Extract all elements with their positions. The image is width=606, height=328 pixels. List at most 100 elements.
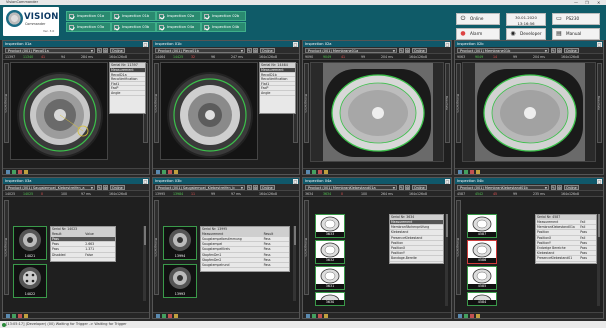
edit-icon[interactable]: ✎ <box>551 185 556 190</box>
online-toggle[interactable]: Online <box>564 185 579 190</box>
edit-icon[interactable]: ✎ <box>399 48 404 53</box>
maximize-icon[interactable]: □ <box>445 41 450 47</box>
grid-row[interactable]: Bandage-Bereite <box>390 256 443 262</box>
online-toggle[interactable]: Online <box>110 185 125 190</box>
results-tab[interactable]: Resultate <box>445 63 450 143</box>
inspection-toggle-03b[interactable]: Inspection 03b <box>111 22 156 32</box>
fail-filter-icon[interactable] <box>318 314 322 318</box>
scrollbar[interactable] <box>293 226 296 301</box>
settings-icon[interactable]: ⚙ <box>103 185 108 190</box>
camera-viewport[interactable] <box>462 62 596 162</box>
camera-viewport[interactable] <box>310 62 444 162</box>
result-thumbnail[interactable]: 13994 <box>163 226 197 260</box>
maximize-icon[interactable]: □ <box>293 178 298 184</box>
settings-icon[interactable]: ⚙ <box>253 48 258 53</box>
inspection-toggle-04b[interactable]: Inspection 04b <box>201 22 246 32</box>
pass-filter-icon[interactable] <box>464 170 468 174</box>
online-toggle[interactable]: Online <box>110 48 125 53</box>
product-select[interactable]: Product (001) Membrane01a ▼ <box>305 48 397 53</box>
pass-filter-icon[interactable] <box>162 314 166 318</box>
result-thumbnail[interactable]: 4585 <box>467 266 497 290</box>
image-icon[interactable] <box>306 170 310 174</box>
maximize-icon[interactable]: □ <box>597 41 602 47</box>
fail-filter-icon[interactable] <box>18 314 22 318</box>
measurement-item[interactable]: Angle <box>110 91 145 96</box>
save-icon[interactable] <box>24 314 28 318</box>
image-icon[interactable] <box>6 314 10 318</box>
fail-filter-icon[interactable] <box>168 314 172 318</box>
online-toggle[interactable]: Online <box>260 185 275 190</box>
edit-icon[interactable]: ✎ <box>97 185 102 190</box>
save-icon[interactable] <box>324 314 328 318</box>
online-toggle[interactable]: Online <box>260 48 275 53</box>
grid-row[interactable]: PresenceKlebestand01 Pass <box>536 256 596 262</box>
histogram-tab[interactable]: Histogramm <box>4 63 9 143</box>
inspection-toggle-02a[interactable]: Inspection 02a <box>156 11 201 21</box>
inspection-toggle-01a[interactable]: Inspection 01a <box>66 11 111 21</box>
save-icon[interactable] <box>324 170 328 174</box>
fail-filter-icon[interactable] <box>470 314 474 318</box>
save-icon[interactable] <box>476 314 480 318</box>
save-icon[interactable] <box>24 170 28 174</box>
product-select[interactable]: Product (001) Saugstempel_Klebestreifen_… <box>5 185 95 190</box>
result-thumbnail[interactable]: 3630 <box>315 292 345 308</box>
histogram-tab[interactable]: Histogramm <box>456 63 461 143</box>
histogram-tab[interactable]: Histogramm <box>154 63 159 143</box>
developer-button[interactable]: ◉ Developer <box>506 28 546 40</box>
settings-icon[interactable]: ⚙ <box>405 48 410 53</box>
result-thumbnail-fail[interactable]: 4586 <box>467 240 497 264</box>
fail-filter-icon[interactable] <box>168 170 172 174</box>
edit-icon[interactable]: ✎ <box>399 185 404 190</box>
result-thumbnail[interactable]: 13993 <box>163 264 197 298</box>
fail-filter-icon[interactable] <box>18 170 22 174</box>
grid-row[interactable]: Saugstempelrund Pass <box>201 263 289 269</box>
save-icon[interactable] <box>476 170 480 174</box>
scrollbar[interactable] <box>445 214 448 306</box>
maximize-icon[interactable]: □ <box>597 178 602 184</box>
settings-icon[interactable]: ⚙ <box>405 185 410 190</box>
histogram-tab[interactable]: Histogramm <box>304 200 309 295</box>
result-thumbnail[interactable]: 14022 <box>13 264 47 298</box>
inspection-toggle-02b[interactable]: Inspection 02b <box>201 11 246 21</box>
pass-filter-icon[interactable] <box>12 170 16 174</box>
edit-icon[interactable]: ✎ <box>247 185 252 190</box>
product-select[interactable]: Product (001) MembranKlebestand01a ▼ <box>305 185 397 190</box>
image-icon[interactable] <box>6 170 10 174</box>
fail-filter-icon[interactable] <box>470 170 474 174</box>
result-thumbnail[interactable]: 4584 <box>467 292 497 308</box>
image-icon[interactable] <box>458 314 462 318</box>
image-icon[interactable] <box>458 170 462 174</box>
settings-icon[interactable]: ⚙ <box>253 185 258 190</box>
inspection-toggle-04a[interactable]: Inspection 04a <box>156 22 201 32</box>
edit-icon[interactable]: ✎ <box>97 48 102 53</box>
settings-icon[interactable]: ⚙ <box>557 185 562 190</box>
edit-icon[interactable]: ✎ <box>551 48 556 53</box>
pass-filter-icon[interactable] <box>12 314 16 318</box>
settings-icon[interactable]: ⚙ <box>103 48 108 53</box>
product-select[interactable]: Product (001) Membrane01b ▼ <box>457 48 549 53</box>
manual-button[interactable]: ▤ Manual <box>552 28 600 40</box>
image-icon[interactable] <box>156 170 160 174</box>
camera-viewport[interactable] <box>160 62 258 160</box>
product-select[interactable]: Product (001) Pieco01a ▼ <box>5 48 95 53</box>
image-icon[interactable] <box>156 314 160 318</box>
ps-station-button[interactable]: ▭ PS230 <box>552 13 600 25</box>
image-icon[interactable] <box>306 314 310 318</box>
inspection-toggle-01b[interactable]: Inspection 01b <box>111 11 156 21</box>
histogram-tab[interactable]: Histogramm <box>304 63 309 143</box>
inspection-toggle-03a[interactable]: Inspection 03a <box>66 22 111 32</box>
maximize-icon[interactable]: □ <box>293 41 298 47</box>
product-select[interactable]: Product (001) MembranKlebestand01b ▼ <box>457 185 549 190</box>
alarm-button[interactable]: ● Alarm <box>456 28 500 40</box>
save-icon[interactable] <box>174 314 178 318</box>
pass-filter-icon[interactable] <box>464 314 468 318</box>
histogram-tab[interactable]: Histogramm <box>4 200 9 295</box>
online-toggle[interactable]: Online <box>412 48 427 53</box>
result-thumbnail[interactable]: 14021 <box>13 226 47 260</box>
camera-viewport[interactable] <box>10 62 108 160</box>
histogram-tab[interactable]: Histogramm <box>456 200 461 295</box>
edit-icon[interactable]: ✎ <box>247 48 252 53</box>
result-thumbnail[interactable]: 3633 <box>315 214 345 238</box>
results-tab[interactable]: Resultate <box>597 63 602 143</box>
online-toggle[interactable]: Online <box>564 48 579 53</box>
